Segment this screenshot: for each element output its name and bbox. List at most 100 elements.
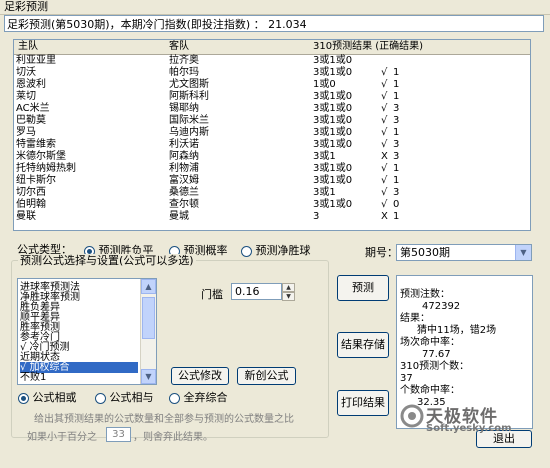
formula-list-item[interactable]: 不败1	[20, 372, 138, 383]
table-row[interactable]: 切沃 帕尔玛 3或1或0 √ 1	[14, 67, 530, 79]
cell-home: 曼联	[16, 211, 36, 222]
spin-down-icon[interactable]: ▼	[282, 292, 295, 301]
cell-check: √	[381, 115, 388, 126]
table-row[interactable]: 切尔西 桑德兰 3或1 √ 3	[14, 187, 530, 199]
new-formula-button[interactable]: 新创公式	[237, 367, 296, 385]
match-rate-label: 场次命中率：	[400, 337, 460, 348]
cell-prediction: 3或1或0	[313, 115, 353, 126]
number-rate-label: 个数命中率：	[400, 385, 460, 396]
save-results-button[interactable]: 结果存储	[337, 332, 389, 358]
cell-away: 锡耶纳	[169, 103, 199, 114]
cell-away: 帕尔玛	[169, 67, 199, 78]
radio-icon[interactable]	[169, 392, 180, 404]
table-row[interactable]: 曼联 曼城 3 X 1	[14, 211, 530, 223]
period-value: 第5030期	[400, 246, 450, 259]
threshold-input[interactable]: 0.16	[231, 283, 282, 300]
cell-away: 乌迪内斯	[169, 127, 209, 138]
cell-prediction: 3或1或0	[313, 67, 353, 78]
cell-away: 查尔顿	[169, 199, 199, 210]
radio-icon[interactable]	[95, 392, 106, 404]
radio-icon[interactable]	[18, 392, 29, 404]
cell-result: 1	[393, 91, 400, 102]
cell-result: 3	[393, 151, 400, 162]
discard-desc-line2b: ，则舍弃此结果。	[133, 432, 213, 443]
table-row[interactable]: 恩波利 尤文图斯 1或0 √ 1	[14, 79, 530, 91]
period-select[interactable]: 第5030期 ▼	[396, 244, 532, 261]
cell-home: 托特纳姆热刺	[16, 163, 76, 174]
radio-icon[interactable]	[241, 245, 252, 257]
table-row[interactable]: 伯明翰 查尔顿 3或1或0 √ 0	[14, 199, 530, 211]
cell-away: 桑德兰	[169, 187, 199, 198]
discard-percent-input[interactable]: 33	[106, 427, 131, 442]
cell-home: 米德尔斯堡	[16, 151, 66, 162]
cell-prediction: 3或1或0	[313, 199, 353, 210]
cell-prediction: 3	[313, 211, 320, 222]
cell-home: 罗马	[16, 127, 36, 138]
cell-home: 纽卡斯尔	[16, 175, 56, 186]
scroll-thumb[interactable]	[142, 297, 155, 339]
spin-up-icon[interactable]: ▲	[282, 283, 295, 292]
cell-home: 切沃	[16, 67, 36, 78]
cell-check: √	[381, 79, 388, 90]
cell-prediction: 3或1或0	[313, 139, 353, 150]
mode-opt-1[interactable]: 公式相或	[18, 391, 77, 404]
result-label: 结果：	[400, 313, 430, 324]
cell-result: 3	[393, 103, 400, 114]
cell-away: 国际米兰	[169, 115, 209, 126]
count-value: 472392	[422, 301, 461, 312]
cell-home: 特雷维索	[16, 139, 56, 150]
cell-away: 利物浦	[169, 163, 199, 174]
cell-check: X	[381, 151, 388, 162]
cell-check: √	[381, 103, 388, 114]
n310-label: 310预测个数：	[400, 361, 470, 372]
col-home-header[interactable]: 主队	[16, 40, 38, 54]
table-row[interactable]: AC米兰 锡耶纳 3或1或0 √ 3	[14, 103, 530, 115]
cell-away: 曼城	[169, 211, 189, 222]
predict-button[interactable]: 预测	[337, 275, 389, 301]
cell-result: 1	[393, 79, 400, 90]
formula-list-scrollbar[interactable]: ▲ ▼	[140, 279, 156, 384]
col-away-header[interactable]: 客队	[167, 40, 189, 54]
formula-list[interactable]: 进球率预测法 净胜球率预测 胜负差异 顺平差异 胜率预测 参考冷门 √ 冷门预测 近期状态 √ …	[17, 278, 157, 385]
table-row[interactable]: 莱切 阿斯科利 3或1或0 √ 1	[14, 91, 530, 103]
cell-home: 莱切	[16, 91, 36, 102]
table-row[interactable]: 巴勒莫 国际米兰 3或1或0 √ 3	[14, 115, 530, 127]
period-label: 期号：	[365, 246, 398, 259]
mode-opt-3[interactable]: 全弃综合	[169, 391, 228, 404]
table-row[interactable]: 纽卡斯尔 富汉姆 3或1或0 √ 1	[14, 175, 530, 187]
mode-label-2: 公式相与	[109, 391, 154, 404]
chevron-down-icon[interactable]: ▼	[515, 245, 531, 260]
cell-prediction: 3或1或0	[313, 175, 353, 186]
formula-type-label-3: 预测净胜球	[255, 244, 311, 257]
scroll-down-icon[interactable]: ▼	[141, 369, 156, 384]
table-row[interactable]: 罗马 乌迪内斯 3或1或0 √ 1	[14, 127, 530, 139]
mode-label-3: 全弃综合	[183, 391, 228, 404]
cell-check: √	[381, 199, 388, 210]
table-row[interactable]: 托特纳姆热刺 利物浦 3或1或0 √ 1	[14, 163, 530, 175]
cell-away: 阿斯科利	[169, 91, 209, 102]
prediction-table[interactable]: 主队 客队 310预测结果 (正确结果) 利亚亚里 拉齐奥 3或1或0 切沃 帕尔玛 3或…	[13, 39, 531, 231]
scroll-up-icon[interactable]: ▲	[141, 279, 156, 294]
exit-button[interactable]: 退出	[476, 430, 532, 448]
table-row[interactable]: 米德尔斯堡 阿森纳 3或1 X 3	[14, 151, 530, 163]
formula-group-legend: 预测公式选择与设置(公式可以多选)	[18, 254, 196, 267]
cell-prediction: 3或1	[313, 187, 336, 198]
table-row[interactable]: 利亚亚里 拉齐奥 3或1或0	[14, 55, 530, 67]
count-label: 预测注数：	[400, 289, 450, 300]
cell-check: √	[381, 67, 388, 78]
print-results-button[interactable]: 打印结果	[337, 390, 389, 416]
edit-formula-button[interactable]: 公式修改	[171, 367, 229, 385]
col-pred-header[interactable]: 310预测结果 (正确结果)	[311, 40, 423, 54]
mode-label-1: 公式相或	[32, 391, 77, 404]
formula-type-opt-3[interactable]: 预测净胜球	[241, 244, 311, 258]
cell-away: 利沃诺	[169, 139, 199, 150]
table-row[interactable]: 特雷维索 利沃诺 3或1或0 √ 3	[14, 139, 530, 151]
cell-away: 富汉姆	[169, 175, 199, 186]
cell-prediction: 3或1或0	[313, 103, 353, 114]
mode-opt-2[interactable]: 公式相与	[95, 391, 154, 404]
cell-home: 伯明翰	[16, 199, 46, 210]
title-bar: 足彩预测	[0, 0, 550, 15]
cell-result: 3	[393, 139, 400, 150]
cell-home: 切尔西	[16, 187, 46, 198]
cell-check: √	[381, 163, 388, 174]
